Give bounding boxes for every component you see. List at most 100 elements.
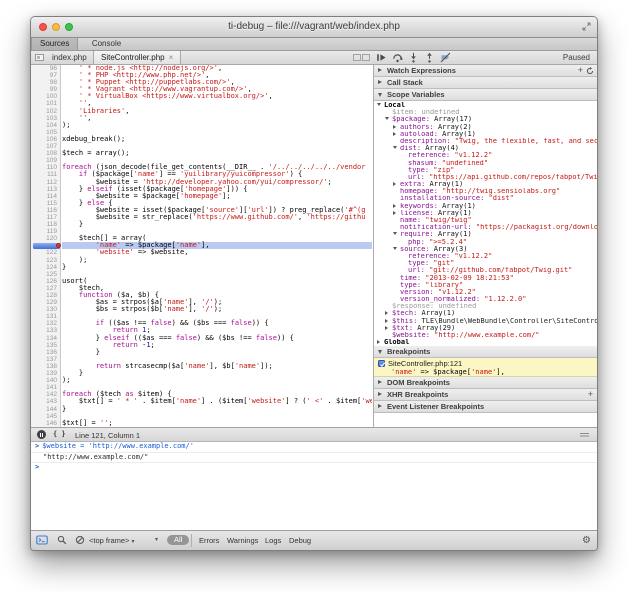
fullscreen-icon[interactable] — [582, 22, 591, 31]
gutter-line-113[interactable]: 113 — [31, 186, 60, 193]
chevron-right-icon[interactable] — [393, 203, 400, 210]
source-editor[interactable]: 9697989910010110210310410510610710810911… — [31, 65, 372, 427]
scope-row-tech[interactable]: $tech: Array(1) — [374, 310, 597, 317]
gutter-line-100[interactable]: 100 — [31, 93, 60, 100]
section-dom-breakpoints[interactable]: DOM Breakpoints — [374, 377, 597, 389]
gutter-line-106[interactable]: 106 — [31, 136, 60, 143]
code-line-123[interactable]: ); — [62, 257, 372, 264]
gutter-line-126[interactable]: 126 — [31, 278, 60, 285]
gutter-line-115[interactable]: 115 — [31, 200, 60, 207]
code-line-108[interactable]: $tech = array(); — [62, 150, 372, 157]
gutter-line-135[interactable]: 135 — [31, 342, 60, 349]
scope-row-dist[interactable]: dist: Array(4) — [374, 145, 597, 152]
settings-gear-icon[interactable]: ⚙ — [582, 534, 591, 547]
section-event-listener-breakpoints[interactable]: Event Listener Breakpoints — [374, 401, 597, 413]
toggle-breakpoints-button[interactable] — [440, 52, 452, 63]
gutter-line-112[interactable]: 112 — [31, 179, 60, 186]
console-prompt-row[interactable]: > — [31, 463, 597, 473]
filter-errors-button[interactable]: Errors — [199, 536, 219, 545]
code-line-139[interactable]: } — [62, 370, 372, 377]
gutter-line-140[interactable]: 140 — [31, 377, 60, 384]
chevron-right-icon[interactable] — [393, 210, 400, 217]
section-breakpoints[interactable]: Breakpoints — [374, 346, 597, 358]
code-line-135[interactable]: return -1; — [62, 342, 372, 349]
code-line-100[interactable]: ' * VirtualBox <https://www.virtualbox.o… — [62, 93, 372, 100]
continue-button[interactable] — [376, 52, 388, 63]
chevron-right-icon[interactable] — [393, 124, 400, 131]
section-watch-expressions[interactable]: Watch Expressions + — [374, 65, 597, 77]
gutter-line-134[interactable]: 134 — [31, 335, 60, 342]
panel-toggle-right-icon[interactable] — [362, 54, 370, 61]
file-tab-index-php[interactable]: index.php — [45, 51, 94, 64]
gutter-line-96[interactable]: 96 — [31, 65, 60, 72]
code-line-118[interactable]: } — [62, 221, 372, 228]
code-line-104[interactable]: ); — [62, 122, 372, 129]
scope-row-local[interactable]: Local — [374, 102, 597, 109]
code-line-130[interactable]: $bs = strpos($b['name'], '/'); — [62, 306, 372, 313]
panel-toggle-left-icon[interactable] — [353, 54, 361, 61]
gutter-line-107[interactable]: 107 — [31, 143, 60, 150]
code-line-143[interactable]: $txt[] = ' * ' . $item['name'] . ($item[… — [62, 398, 372, 405]
chevron-down-icon[interactable] — [377, 102, 384, 109]
gutter-line-124[interactable]: 124 — [31, 264, 60, 271]
gutter-line-139[interactable]: 139 — [31, 370, 60, 377]
gutter-line-141[interactable]: 141 — [31, 384, 60, 391]
scope-row-txt[interactable]: $txt: Array(29) — [374, 325, 597, 332]
gutter-line-143[interactable]: 143 — [31, 398, 60, 405]
step-into-button[interactable] — [408, 52, 420, 63]
gutter-line-97[interactable]: 97 — [31, 72, 60, 79]
code-line-144[interactable]: } — [62, 406, 372, 413]
gutter-line-119[interactable]: 119 — [31, 228, 60, 235]
minimize-window-button[interactable] — [52, 23, 60, 31]
gutter-line-116[interactable]: 116 — [31, 207, 60, 214]
section-xhr-breakpoints[interactable]: XHR Breakpoints + — [374, 389, 597, 401]
gutter-line-118[interactable]: 118 — [31, 221, 60, 228]
filter-debug-button[interactable]: Debug — [289, 536, 311, 545]
refresh-icon[interactable] — [586, 67, 594, 75]
chevron-right-icon[interactable] — [385, 325, 392, 332]
scope-row-source[interactable]: source: Array(3) — [374, 246, 597, 253]
gutter-line-146[interactable]: 146 — [31, 420, 60, 427]
gutter-line-128[interactable]: 128 — [31, 292, 60, 299]
gutter-line-110[interactable]: 110 — [31, 164, 60, 171]
chevron-down-icon[interactable] — [393, 145, 400, 152]
filter-dropdown-icon[interactable]: ▾ — [155, 536, 158, 543]
tab-sources[interactable]: Sources — [31, 38, 78, 50]
chevron-right-icon[interactable] — [393, 181, 400, 188]
gutter-line-122[interactable]: 122 — [31, 249, 60, 256]
toggle-console-icon[interactable] — [36, 535, 48, 545]
gutter-line-127[interactable]: 127 — [31, 285, 60, 292]
gutter-line-137[interactable]: 137 — [31, 356, 60, 363]
chevron-right-icon[interactable] — [385, 318, 392, 325]
gutter-line-145[interactable]: 145 — [31, 413, 60, 420]
gutter-line-103[interactable]: 103 — [31, 115, 60, 122]
clear-console-icon[interactable] — [75, 535, 85, 545]
add-xhr-breakpoint-icon[interactable]: + — [588, 389, 593, 400]
scope-row-require[interactable]: require: Array(1) — [374, 231, 597, 238]
scope-row-this[interactable]: $this: TLE\Bundle\WebBundle\Controller\S… — [374, 318, 597, 325]
code-line-106[interactable]: xdebug_break(); — [62, 136, 372, 143]
show-navigator-icon[interactable] — [35, 54, 44, 61]
tab-console[interactable]: Console — [83, 38, 130, 50]
gutter-line-121[interactable] — [31, 242, 60, 249]
gutter-line-125[interactable]: 125 — [31, 271, 60, 278]
chevron-right-icon[interactable] — [377, 339, 384, 346]
gutter-line-117[interactable]: 117 — [31, 214, 60, 221]
breakpoint-dot-icon[interactable] — [56, 243, 61, 248]
gutter-line-105[interactable]: 105 — [31, 129, 60, 136]
breakpoint-entry[interactable]: SiteController.php:121 'name' => $packag… — [374, 358, 597, 377]
pause-on-exceptions-icon[interactable] — [37, 430, 46, 439]
gutter-line-136[interactable]: 136 — [31, 349, 60, 356]
filter-all-button[interactable]: All — [167, 535, 189, 545]
frame-selector[interactable]: <top frame>▾ — [89, 536, 134, 545]
chevron-down-icon[interactable] — [385, 116, 392, 123]
scope-row-global[interactable]: Global — [374, 339, 597, 346]
gutter-line-104[interactable]: 104 — [31, 122, 60, 129]
chevron-right-icon[interactable] — [385, 310, 392, 317]
chevron-down-icon[interactable] — [393, 231, 400, 238]
filter-logs-button[interactable]: Logs — [265, 536, 281, 545]
scope-row-authors[interactable]: authors: Array(2) — [374, 124, 597, 131]
gutter-line-142[interactable]: 142 — [31, 391, 60, 398]
scope-row-license[interactable]: license: Array(1) — [374, 210, 597, 217]
pretty-print-icon[interactable]: { } — [53, 430, 66, 438]
